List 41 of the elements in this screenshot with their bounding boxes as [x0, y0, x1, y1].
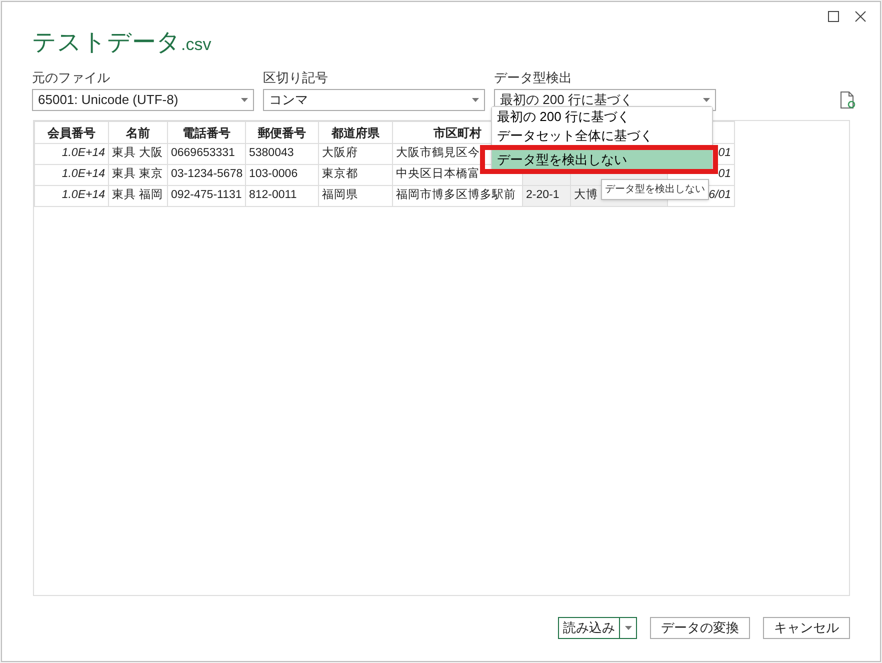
table-cell: 5380043 [246, 144, 318, 164]
table-cell: 2-20-1 [522, 186, 570, 206]
column-header: 電話番号 [168, 122, 246, 144]
dialog-button[interactable]: データの変換 [650, 617, 750, 639]
caret-icon [624, 626, 632, 630]
dropdown-option[interactable]: 最初の 200 行に基づく [492, 107, 712, 126]
table-cell: 1.0E+14 [34, 144, 108, 164]
dialog-button[interactable]: キャンセル [763, 617, 850, 639]
column-header: 都道府県 [318, 122, 392, 144]
table-cell: 東具 東京 [108, 164, 168, 186]
table-cell: 03-1234-5678 [168, 164, 246, 186]
field-label: データ型検出 [494, 69, 573, 87]
table-cell: 大阪府 [318, 144, 392, 164]
dialog-title: テストデータ.csv [32, 28, 212, 58]
table-cell: 103-0006 [246, 164, 318, 186]
table-cell: 1.0E+14 [34, 186, 108, 206]
dropdown-field[interactable]: 65001: Unicode (UTF-8) [32, 89, 254, 111]
table-cell: 1.0E+14 [34, 164, 108, 186]
dropdown-field[interactable]: コンマ [263, 89, 485, 111]
field-label: 区切り記号 [263, 69, 329, 87]
column-header: 名前 [108, 122, 168, 144]
refresh-file-icon[interactable] [840, 91, 856, 109]
table-cell: 092-475-1131 [168, 186, 246, 206]
caret-icon [472, 98, 479, 102]
field-label: 元のファイル [32, 69, 111, 87]
dropdown-option[interactable]: データセット全体に基づく [492, 126, 712, 145]
table-cell: 812-0011 [246, 186, 318, 206]
table-cell: 0669653331 [168, 144, 246, 164]
caret-icon [241, 98, 248, 102]
table-cell: 福岡市博多区博多駅前 [392, 186, 522, 206]
maximize-icon[interactable] [828, 11, 839, 22]
table-cell: 福岡県 [318, 186, 392, 206]
column-header: 郵便番号 [246, 122, 318, 144]
caret-icon [703, 98, 710, 102]
table-cell: 東京都 [318, 164, 392, 186]
dropdown-option[interactable]: データ型を検出しない [492, 150, 712, 169]
tooltip: データ型を検出しない [601, 179, 709, 200]
table-cell: 東具 大阪 [108, 144, 168, 164]
table-cell: 東具 福岡 [108, 186, 168, 206]
close-icon[interactable] [855, 11, 866, 22]
column-header: 会員番号 [34, 122, 108, 144]
